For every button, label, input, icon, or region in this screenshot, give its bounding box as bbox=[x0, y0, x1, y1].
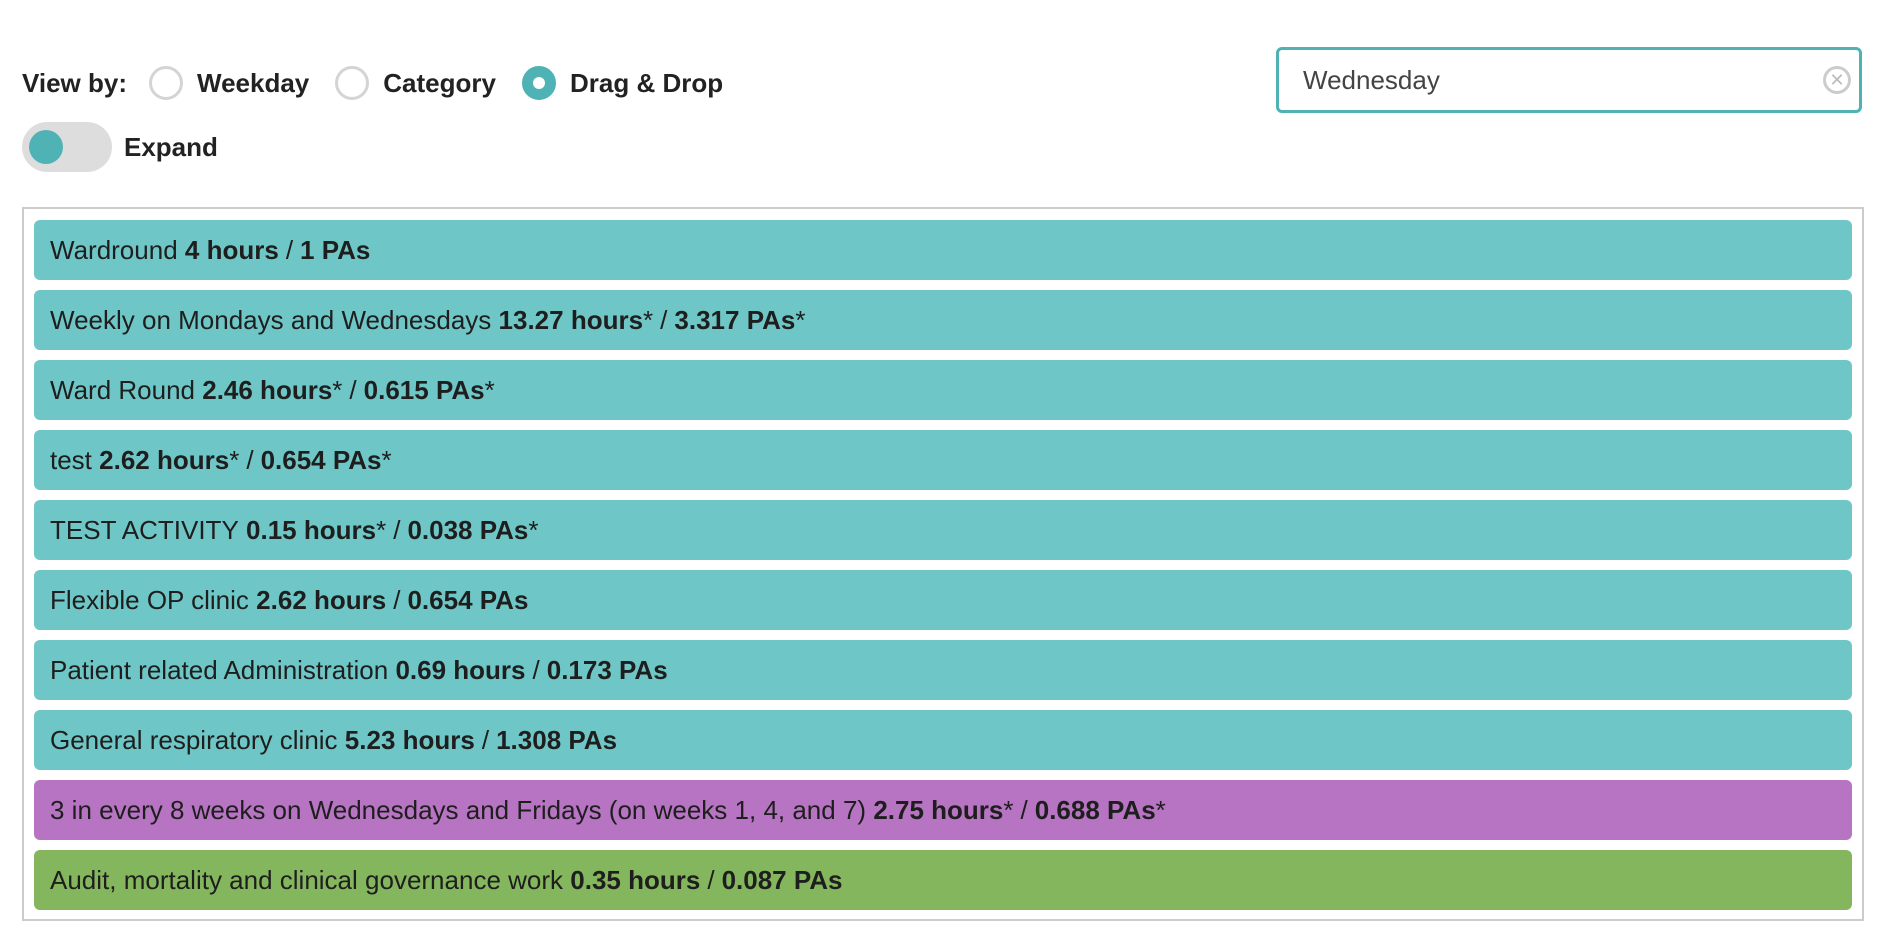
radio-weekday[interactable]: Weekday bbox=[149, 66, 309, 100]
activity-item[interactable]: Wardround 4 hours/1 PAs bbox=[34, 220, 1852, 280]
radio-category-circle[interactable] bbox=[335, 66, 370, 100]
expand-toggle[interactable] bbox=[22, 122, 112, 172]
radio-drag-and-drop-circle[interactable] bbox=[521, 66, 556, 100]
activity-pas: 0.654 PAs bbox=[407, 584, 529, 615]
expand-label: Expand bbox=[124, 131, 218, 162]
activity-item[interactable]: Ward Round 2.46 hours */0.615 PAs * bbox=[34, 360, 1852, 420]
activity-pas-mark: * bbox=[1155, 794, 1166, 825]
activity-hours: 4 hours bbox=[184, 234, 279, 265]
activity-item[interactable]: Weekly on Mondays and Wednesdays 13.27 h… bbox=[34, 290, 1852, 350]
activity-separator: / bbox=[393, 584, 401, 615]
activity-pas-mark: * bbox=[528, 514, 539, 545]
activity-pas: 0.038 PAs bbox=[407, 514, 529, 545]
activity-pas: 0.615 PAs bbox=[363, 374, 485, 405]
activity-name: 3 in every 8 weeks on Wednesdays and Fri… bbox=[50, 794, 867, 825]
expand-toggle-group: Expand bbox=[22, 122, 218, 172]
activity-hours: 2.46 hours bbox=[202, 374, 333, 405]
search-field[interactable]: ✕ bbox=[1276, 47, 1862, 113]
expand-toggle-knob[interactable] bbox=[29, 130, 63, 164]
activity-pas: 0.654 PAs bbox=[260, 444, 382, 475]
radio-drag-and-drop-label[interactable]: Drag & Drop bbox=[570, 68, 723, 99]
activity-hours: 0.35 hours bbox=[570, 864, 701, 895]
activity-list: Wardround 4 hours/1 PAs Weekly on Monday… bbox=[22, 207, 1864, 921]
activity-hours-mark: * bbox=[376, 514, 387, 545]
activity-hours: 2.75 hours bbox=[873, 794, 1004, 825]
activity-item[interactable]: Flexible OP clinic 2.62 hours/0.654 PAs bbox=[34, 570, 1852, 630]
radio-category-label[interactable]: Category bbox=[383, 68, 496, 99]
activity-pas: 0.688 PAs bbox=[1034, 794, 1156, 825]
activity-hours-mark: * bbox=[229, 444, 240, 475]
activity-hours-mark: * bbox=[1003, 794, 1014, 825]
activity-pas: 1 PAs bbox=[300, 234, 371, 265]
activity-item[interactable]: test 2.62 hours */0.654 PAs * bbox=[34, 430, 1852, 490]
activity-hours: 0.15 hours bbox=[246, 514, 377, 545]
activity-separator: / bbox=[707, 864, 715, 895]
activity-item[interactable]: TEST ACTIVITY 0.15 hours */0.038 PAs * bbox=[34, 500, 1852, 560]
activity-pas: 0.173 PAs bbox=[546, 654, 668, 685]
activity-separator: / bbox=[660, 304, 668, 335]
activity-name: Wardround bbox=[50, 234, 178, 265]
activity-hours: 2.62 hours bbox=[256, 584, 387, 615]
radio-category[interactable]: Category bbox=[335, 66, 496, 100]
activity-name: Ward Round bbox=[50, 374, 195, 405]
radio-drag-and-drop[interactable]: Drag & Drop bbox=[521, 66, 723, 100]
activity-name: General respiratory clinic bbox=[50, 724, 338, 755]
activity-pas-mark: * bbox=[484, 374, 495, 405]
activity-separator: / bbox=[285, 234, 294, 265]
activity-separator: / bbox=[349, 374, 357, 405]
activity-hours: 13.27 hours bbox=[498, 304, 644, 335]
activity-name: Patient related Administration bbox=[50, 654, 389, 685]
search-input[interactable] bbox=[1303, 50, 1773, 110]
activity-hours: 2.62 hours bbox=[99, 444, 230, 475]
activity-hours: 5.23 hours bbox=[344, 724, 475, 755]
clear-search-icon[interactable]: ✕ bbox=[1823, 66, 1851, 94]
activity-hours-mark: * bbox=[332, 374, 343, 405]
activity-item[interactable]: Patient related Administration 0.69 hour… bbox=[34, 640, 1852, 700]
activity-pas-mark: * bbox=[795, 304, 806, 335]
activity-name: TEST ACTIVITY bbox=[50, 514, 239, 545]
view-by-label: View by: bbox=[22, 67, 128, 98]
activity-separator: / bbox=[393, 514, 401, 545]
radio-weekday-label[interactable]: Weekday bbox=[197, 68, 309, 99]
activity-separator: / bbox=[1020, 794, 1028, 825]
activity-name: Audit, mortality and clinical governance… bbox=[50, 864, 564, 895]
activity-name: test bbox=[50, 444, 92, 475]
activity-hours: 0.69 hours bbox=[395, 654, 526, 685]
activity-pas: 0.087 PAs bbox=[721, 864, 843, 895]
activity-item[interactable]: General respiratory clinic 5.23 hours/1.… bbox=[34, 710, 1852, 770]
activity-name: Weekly on Mondays and Wednesdays bbox=[50, 304, 492, 335]
activity-item[interactable]: 3 in every 8 weeks on Wednesdays and Fri… bbox=[34, 780, 1852, 840]
activity-pas: 3.317 PAs bbox=[674, 304, 796, 335]
activity-name: Flexible OP clinic bbox=[50, 584, 249, 615]
activity-hours-mark: * bbox=[643, 304, 654, 335]
activity-separator: / bbox=[481, 724, 490, 755]
activity-separator: / bbox=[532, 654, 540, 685]
activity-item[interactable]: Audit, mortality and clinical governance… bbox=[34, 850, 1852, 910]
view-by-group: View by: Weekday Category Drag & Drop bbox=[22, 58, 749, 108]
radio-weekday-circle[interactable] bbox=[149, 66, 184, 100]
activity-pas: 1.308 PAs bbox=[496, 724, 618, 755]
activity-pas-mark: * bbox=[381, 444, 392, 475]
activity-separator: / bbox=[246, 444, 254, 475]
